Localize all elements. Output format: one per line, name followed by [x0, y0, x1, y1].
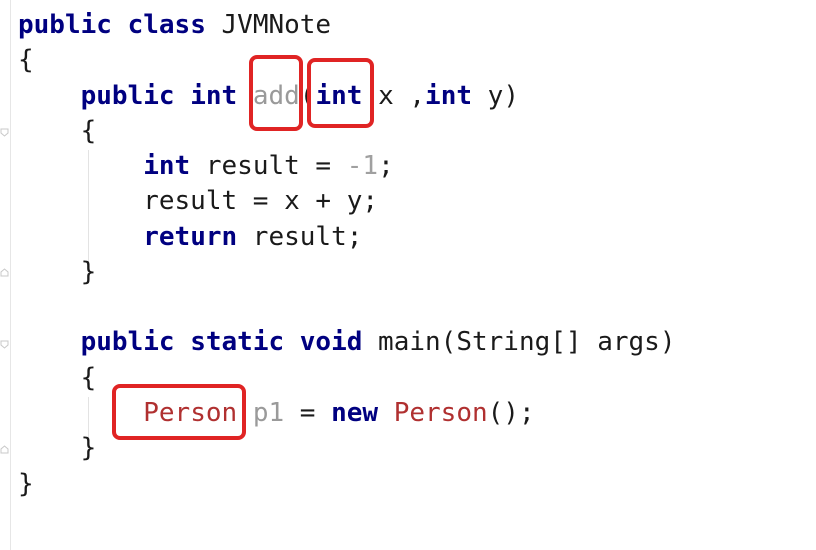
code-token-plain: main(String[] args): [362, 327, 676, 357]
code-token-plain: ;: [378, 151, 394, 181]
code-token-kw: static: [190, 327, 285, 357]
code-token-kw: void: [299, 327, 363, 357]
code-token-kw: public: [80, 81, 175, 111]
code-line[interactable]: }: [18, 467, 34, 501]
code-line[interactable]: }: [18, 431, 97, 465]
code-token-plain: {: [18, 116, 97, 146]
code-token-plain: {: [18, 363, 97, 393]
code-token-plain: }: [18, 469, 34, 499]
code-token-num: -1: [346, 151, 379, 181]
code-token-kw: new: [331, 398, 379, 428]
fold-marker-icon[interactable]: [0, 445, 9, 454]
code-token-kw: int: [143, 151, 191, 181]
code-token-plain: JVMNote: [205, 10, 332, 40]
code-token-kw: public: [18, 10, 112, 40]
code-token-plain: }: [18, 433, 97, 463]
fold-marker-icon[interactable]: [0, 340, 9, 349]
code-token-plain: result;: [237, 222, 363, 252]
highlight-box-method-name: [249, 55, 303, 131]
fold-marker-icon[interactable]: [0, 268, 9, 277]
code-token-kw: int: [190, 81, 238, 111]
highlight-box-param-type: [307, 58, 374, 128]
code-line[interactable]: return result;: [18, 220, 362, 254]
code-token-cls: Person: [393, 398, 488, 428]
code-line[interactable]: result = x + y;: [18, 184, 378, 218]
fold-marker-icon[interactable]: [0, 128, 9, 137]
code-line[interactable]: int result = -1;: [18, 149, 394, 183]
code-token-plain: {: [18, 45, 34, 75]
code-token-plain: }: [18, 257, 97, 287]
code-token-plain: ();: [487, 398, 535, 428]
code-line[interactable]: {: [18, 43, 34, 77]
code-line[interactable]: public class JVMNote: [18, 8, 331, 42]
code-token-kw: int: [425, 81, 473, 111]
code-token-plain: result = x + y;: [18, 186, 379, 216]
code-token-kw: public: [80, 327, 175, 357]
code-token-kw: return: [143, 222, 238, 252]
code-token-plain: y): [472, 81, 519, 111]
code-token-kw: class: [127, 10, 206, 40]
code-token-plain: result =: [190, 151, 347, 181]
code-token-plain: =: [284, 398, 332, 428]
highlight-box-class-type: [112, 384, 246, 440]
code-token-unused: p1: [252, 398, 285, 428]
code-line[interactable]: public static void main(String[] args): [18, 325, 676, 359]
code-line[interactable]: {: [18, 114, 97, 148]
code-line[interactable]: {: [18, 361, 97, 395]
code-line[interactable]: }: [18, 255, 97, 289]
code-line[interactable]: Person p1 = new Person();: [18, 396, 535, 430]
